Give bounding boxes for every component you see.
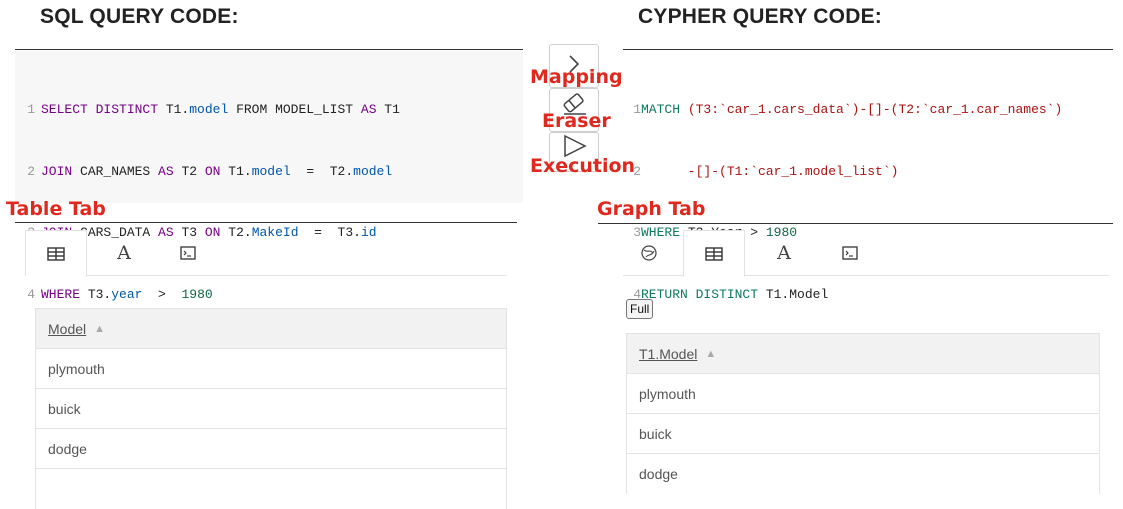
sql-result-rule (15, 222, 517, 223)
table-row: buick (36, 389, 506, 429)
table-row: dodge (639, 466, 678, 482)
sort-icon[interactable]: ▲︎ (705, 348, 716, 360)
sql-result-tabs: A (25, 230, 507, 277)
tab-graph[interactable] (623, 230, 675, 276)
graph-icon (641, 245, 657, 261)
cypher-editor-top-rule (623, 49, 1113, 50)
cypher-code-editor[interactable]: 1MATCH (T3:`car_1.cars_data`)-[]-(T2:`ca… (623, 51, 1113, 302)
tab-table[interactable] (683, 230, 745, 277)
tab-code[interactable] (157, 230, 219, 276)
cypher-result-rule (598, 223, 1113, 224)
tab-text[interactable]: A (93, 230, 155, 276)
table-icon (47, 246, 65, 261)
code-line: 4RETURN DISTINCT T1.Model (633, 286, 829, 302)
sql-editor-top-rule (15, 49, 523, 50)
terminal-icon (180, 246, 196, 260)
sort-icon[interactable]: ▲︎ (94, 323, 105, 335)
table-header-model[interactable]: Model ▲︎ (36, 309, 506, 349)
sql-result-table: Model ▲︎ plymouth buick dodge (35, 308, 507, 509)
table-header-t1-model[interactable]: T1.Model ▲︎ (627, 334, 1099, 374)
full-button[interactable]: Full (626, 299, 654, 319)
table-row: buick (627, 414, 1099, 454)
table-row: plymouth (36, 349, 506, 389)
sql-query-heading: SQL QUERY CODE: (40, 5, 239, 28)
mapping-annotation: Mapping (530, 66, 623, 88)
text-icon: A (117, 242, 131, 264)
code-line: 2 -[]-(T1:`car_1.model_list`) (633, 163, 899, 179)
code-line: 1MATCH (T3:`car_1.cars_data`)-[]-(T2:`ca… (633, 102, 1063, 117)
execution-annotation: Execution (530, 155, 636, 177)
tab-text[interactable]: A (753, 230, 815, 276)
terminal-icon (842, 246, 858, 260)
table-row: plymouth (627, 374, 1099, 414)
table-row: dodge (36, 429, 506, 469)
table-icon (705, 246, 723, 261)
text-icon: A (777, 242, 791, 264)
table-row (36, 469, 506, 509)
cypher-query-heading: CYPHER QUERY CODE: (638, 5, 882, 28)
tab-table[interactable] (25, 230, 87, 277)
table-tab-annotation: Table Tab (6, 198, 106, 220)
code-line: 2 JOIN CAR_NAMES AS T2 ON T1.model = T2.m… (27, 163, 393, 179)
cypher-result-tabs: A (623, 230, 1109, 277)
tab-code[interactable] (819, 230, 881, 276)
graph-tab-annotation: Graph Tab (597, 198, 706, 220)
code-line: 4 WHERE T3.year > 1980 (27, 286, 213, 302)
eraser-annotation: Eraser (542, 110, 611, 132)
cypher-result-table: T1.Model ▲︎ plymouth buick dodge (626, 333, 1100, 494)
sql-code-editor[interactable]: 1 SELECT DISTINCT T1.model FROM MODEL_LIS… (15, 51, 523, 302)
code-line: 1 SELECT DISTINCT T1.model FROM MODEL_LIS… (27, 102, 400, 117)
